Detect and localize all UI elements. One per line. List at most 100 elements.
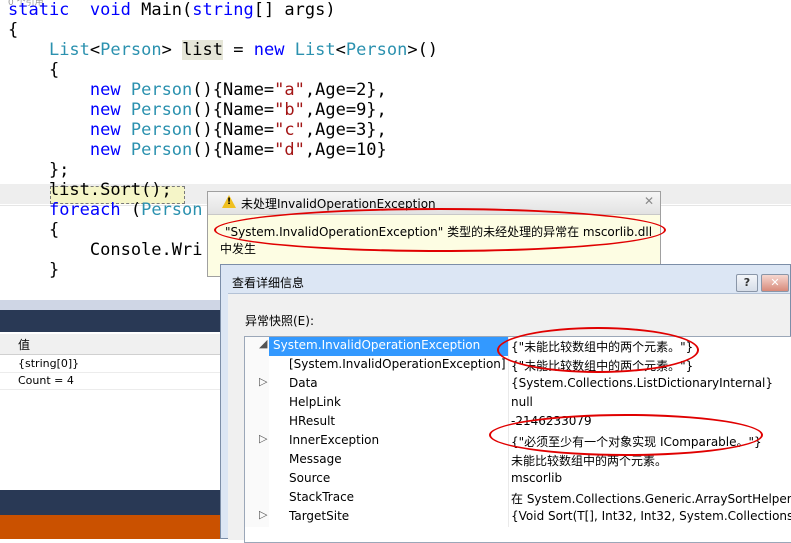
column-divider xyxy=(508,489,509,508)
property-row[interactable]: HelpLink null xyxy=(245,394,791,413)
code-token: < xyxy=(335,40,346,60)
code-token: ( xyxy=(120,200,142,220)
code-line[interactable]: foreach (Person xyxy=(8,200,203,220)
code-token: (){Name= xyxy=(192,120,275,140)
code-token: { xyxy=(8,60,60,80)
property-name: System.InvalidOperationException xyxy=(273,338,481,352)
code-token: foreach xyxy=(48,200,121,220)
locals-panel: 值 {string[0]} Count = 4 xyxy=(0,300,230,490)
expand-icon[interactable]: ◢ xyxy=(259,337,267,350)
dialog-client-area: 异常快照(E): ◢ System.InvalidOperationExcepti… xyxy=(228,293,791,543)
view-details-dialog: 查看详细信息 ? ✕ 异常快照(E): ◢ System.InvalidOpera… xyxy=(220,264,791,543)
expand-icon[interactable]: ▷ xyxy=(259,375,267,388)
code-token: { xyxy=(8,220,60,240)
value-column-label: 值 xyxy=(18,338,31,352)
code-line[interactable]: static void Main(string[] args) xyxy=(8,0,336,20)
code-token: ,Age=10} xyxy=(304,140,387,160)
code-token: new xyxy=(253,40,285,60)
row-gutter xyxy=(245,356,269,375)
code-line[interactable]: Console.Wri xyxy=(8,240,203,260)
code-line[interactable]: new Person(){Name="a",Age=2}, xyxy=(8,80,387,100)
code-token: new xyxy=(89,120,121,140)
property-value: {Void Sort(T[], Int32, Int32, System.Col… xyxy=(511,509,791,523)
annotation-ring-message-value xyxy=(497,327,699,373)
locals-row-value: {string[0]} xyxy=(18,357,80,370)
property-name: Data xyxy=(289,376,318,390)
locals-row[interactable]: {string[0]} xyxy=(0,356,230,373)
code-line[interactable]: new Person(){Name="b",Age=9}, xyxy=(8,100,387,120)
close-icon[interactable]: ✕ xyxy=(644,194,654,208)
code-token: Person xyxy=(130,140,193,160)
row-gutter xyxy=(245,413,269,432)
code-line[interactable]: new Person(){Name="d",Age=10} xyxy=(8,140,387,160)
code-token: [] args) xyxy=(253,0,336,20)
expand-icon[interactable]: ▷ xyxy=(259,432,267,445)
code-token: < xyxy=(89,40,101,60)
code-token: (){Name= xyxy=(192,80,275,100)
property-row[interactable]: StackTrace 在 System.Collections.Generic.… xyxy=(245,489,791,508)
property-row[interactable]: ▷ TargetSite {Void Sort(T[], Int32, Int32,… xyxy=(245,508,791,527)
dialog-title: 查看详细信息 xyxy=(232,276,305,290)
debug-status-bar xyxy=(0,515,230,539)
property-name: HResult xyxy=(289,414,336,428)
code-line[interactable]: { xyxy=(8,220,59,240)
code-token: ,Age=3}, xyxy=(304,120,387,140)
locals-row[interactable]: Count = 4 xyxy=(0,373,230,390)
code-token: (){Name= xyxy=(192,100,275,120)
code-line[interactable]: }; xyxy=(8,160,69,180)
row-gutter xyxy=(245,470,269,489)
property-name: InnerException xyxy=(289,433,380,447)
code-token: Person xyxy=(130,100,193,120)
column-divider xyxy=(508,508,509,527)
code-token: }; xyxy=(8,160,70,180)
code-line[interactable]: { xyxy=(8,60,59,80)
status-bar xyxy=(0,490,230,515)
code-token: List xyxy=(294,40,336,60)
exception-message-cont: 中发生 xyxy=(220,242,257,256)
row-gutter xyxy=(245,451,269,470)
property-value: null xyxy=(511,395,533,409)
code-line[interactable]: { xyxy=(8,20,18,40)
code-token: Main( xyxy=(130,0,193,20)
code-token: ,Age=2}, xyxy=(304,80,387,100)
code-token: new xyxy=(89,80,121,100)
exception-snapshot-label: 异常快照(E): xyxy=(245,314,314,328)
help-button[interactable]: ? xyxy=(736,274,758,292)
property-value: mscorlib xyxy=(511,471,563,485)
property-row[interactable]: Source mscorlib xyxy=(245,470,791,489)
column-divider xyxy=(508,470,509,489)
code-token: Person xyxy=(141,200,203,220)
code-token: static xyxy=(8,0,70,20)
warning-icon-mark: ! xyxy=(227,197,232,207)
code-line[interactable]: List<Person> list = new List<Person>() xyxy=(8,40,438,60)
code-token: "d" xyxy=(274,140,305,160)
code-line[interactable]: list.Sort(); xyxy=(8,180,172,200)
expand-icon[interactable]: ▷ xyxy=(259,508,267,521)
code-line[interactable]: new Person(){Name="c",Age=3}, xyxy=(8,120,387,140)
property-row[interactable]: ▷ Data {System.Collections.ListDictionaryI… xyxy=(245,375,791,394)
code-token: void xyxy=(89,0,131,20)
property-name: TargetSite xyxy=(289,509,350,523)
property-value: {System.Collections.ListDictionaryIntern… xyxy=(511,376,774,390)
code-token: (){Name= xyxy=(192,140,275,160)
locals-title-bar xyxy=(0,310,230,332)
annotation-ring-inner-exception xyxy=(489,414,763,456)
row-gutter xyxy=(245,394,269,413)
locals-tab-strip xyxy=(0,300,230,310)
close-button[interactable]: ✕ xyxy=(761,274,789,292)
property-value: 在 System.Collections.Generic.ArraySortHe… xyxy=(511,492,791,506)
code-token: Person xyxy=(345,40,408,60)
column-divider xyxy=(508,451,509,470)
code-token: >() xyxy=(407,40,439,60)
annotation-ring-exception-message xyxy=(214,208,666,252)
code-line[interactable]: } xyxy=(8,260,59,280)
property-row[interactable]: Message 未能比较数组中的两个元素。 xyxy=(245,451,791,470)
row-gutter xyxy=(245,489,269,508)
locals-column-header[interactable]: 值 xyxy=(0,334,230,355)
